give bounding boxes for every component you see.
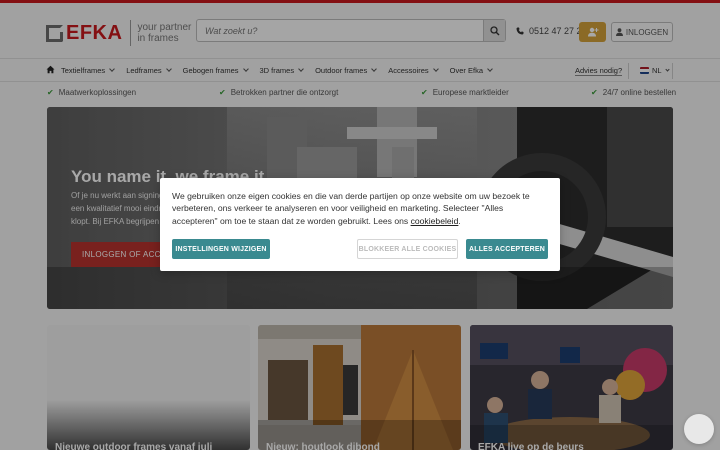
cookie-text-body: We gebruiken onze eigen cookies en die v… [172, 191, 530, 226]
cookie-settings-button[interactable]: INSTELLINGEN WIJZIGEN [172, 239, 270, 259]
cookie-accept-all-button[interactable]: ALLES ACCEPTEREN [466, 239, 548, 259]
cookie-block-all-button[interactable]: BLOKKEER ALLE COOKIES [357, 239, 458, 259]
cookie-dialog: We gebruiken onze eigen cookies en die v… [160, 178, 560, 271]
cookie-policy-link[interactable]: cookiebeleid [411, 216, 459, 226]
cookie-text: We gebruiken onze eigen cookies en die v… [172, 190, 550, 227]
chat-icon[interactable] [684, 414, 714, 444]
cookie-text-end: . [458, 215, 461, 226]
